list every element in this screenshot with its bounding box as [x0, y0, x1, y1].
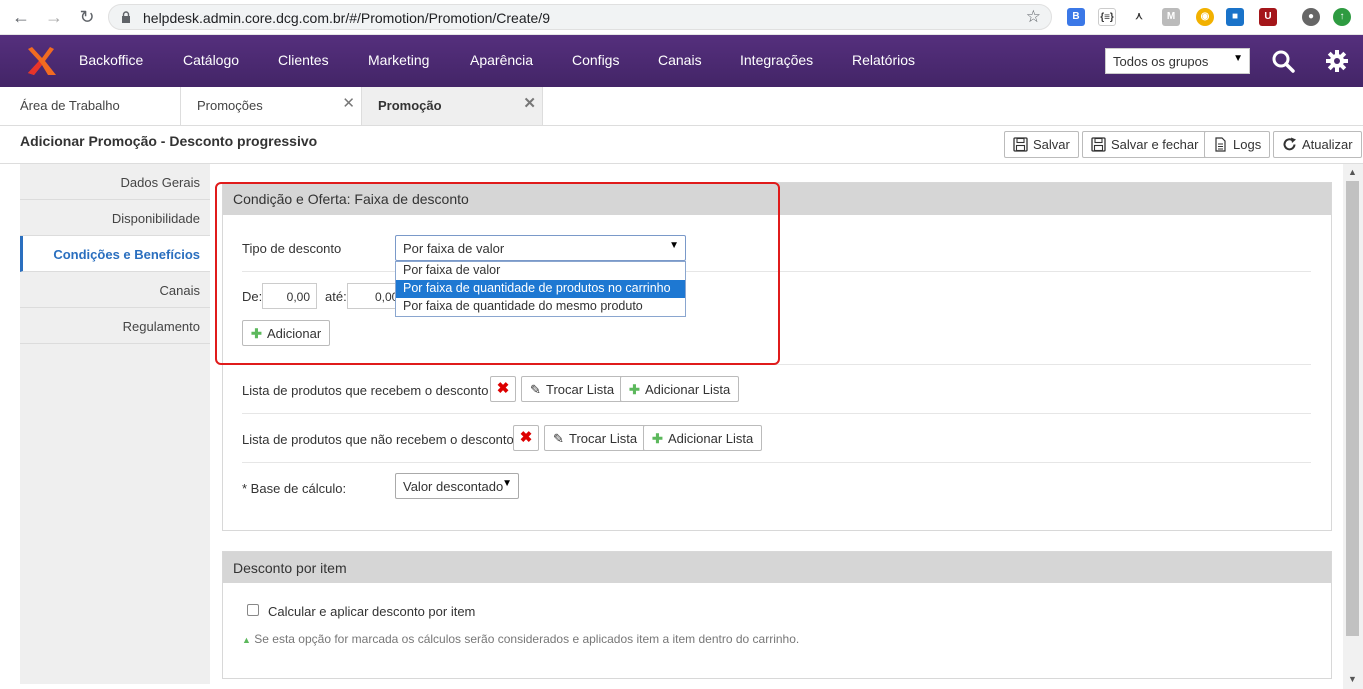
add-list-label: Adicionar Lista	[645, 382, 731, 397]
main-navigation: Backoffice Catálogo Clientes Marketing A…	[0, 35, 1363, 87]
extension-icon[interactable]: U	[1259, 8, 1277, 26]
save-and-close-button[interactable]: Salvar e fechar	[1082, 131, 1208, 158]
back-arrow-icon[interactable]: ←	[10, 6, 32, 28]
add-list-button[interactable]: ✚ Adicionar Lista	[643, 425, 763, 451]
refresh-label: Atualizar	[1302, 137, 1353, 152]
close-icon[interactable]: ✕	[523, 94, 536, 112]
lock-icon	[122, 11, 130, 23]
extension-icon[interactable]: ⋏	[1130, 8, 1148, 26]
pencil-icon: ✎	[553, 431, 564, 446]
nav-item-catalogo[interactable]: Catálogo	[183, 52, 239, 68]
sidebar-item-condicoes-e-beneficios[interactable]: Condições e Benefícios	[20, 236, 210, 272]
nav-item-marketing[interactable]: Marketing	[368, 52, 429, 68]
section-sidebar: Dados Gerais Disponibilidade Condições e…	[20, 164, 210, 684]
sidebar-item-regulamento[interactable]: Regulamento	[20, 308, 210, 344]
save-label: Salvar	[1033, 137, 1070, 152]
nav-item-aparencia[interactable]: Aparência	[470, 52, 533, 68]
item-discount-label: Calcular e aplicar desconto por item	[268, 604, 476, 619]
extension-icon[interactable]: M	[1162, 8, 1180, 26]
divider	[242, 413, 1311, 414]
tab-area-de-trabalho[interactable]: Área de Trabalho	[0, 87, 181, 125]
scrollbar[interactable]: ▲ ▼	[1343, 164, 1363, 689]
tab-bar: Área de Trabalho Promoções ✕ Promoção ✕	[0, 87, 1363, 126]
group-select-value: Todos os grupos	[1113, 54, 1209, 69]
page-title: Adicionar Promoção - Desconto progressiv…	[20, 133, 318, 149]
sidebar-item-dados-gerais[interactable]: Dados Gerais	[20, 164, 210, 200]
address-bar[interactable]: helpdesk.admin.core.dcg.com.br/#/Promoti…	[108, 4, 1052, 30]
document-icon	[1215, 137, 1226, 152]
caret-down-icon: ▼	[502, 478, 512, 489]
pencil-icon: ✎	[530, 382, 541, 397]
floppy-disk-icon	[1013, 137, 1028, 152]
save-and-close-label: Salvar e fechar	[1111, 137, 1199, 152]
remove-list-button[interactable]: ✖	[513, 425, 539, 451]
nav-item-backoffice[interactable]: Backoffice	[79, 52, 143, 68]
add-list-button[interactable]: ✚ Adicionar Lista	[620, 376, 740, 402]
tab-label: Área de Trabalho	[20, 98, 120, 113]
panel-title: Desconto por item	[223, 552, 1331, 583]
scroll-down-icon[interactable]: ▼	[1348, 674, 1357, 684]
remove-list-button[interactable]: ✖	[490, 376, 516, 402]
tab-label: Promoção	[378, 98, 442, 113]
list-not-receive-label: Lista de produtos que não recebem o desc…	[242, 432, 514, 447]
sidebar-item-canais[interactable]: Canais	[20, 272, 210, 308]
logs-label: Logs	[1233, 137, 1262, 152]
app-logo-icon[interactable]	[28, 45, 58, 77]
refresh-icon	[1283, 137, 1296, 151]
bookmark-star-icon[interactable]: ☆	[1026, 7, 1041, 27]
plus-icon: ✚	[629, 382, 640, 397]
caret-down-icon: ▼	[1233, 53, 1243, 64]
extension-icon[interactable]: ◉	[1196, 8, 1214, 26]
scroll-up-icon[interactable]: ▲	[1348, 167, 1357, 177]
help-text: ▲ Se esta opção for marcada os cálculos …	[242, 632, 799, 646]
nav-item-clientes[interactable]: Clientes	[278, 52, 329, 68]
nav-item-relatorios[interactable]: Relatórios	[852, 52, 915, 68]
close-icon[interactable]: ✕	[342, 94, 355, 112]
search-icon[interactable]	[1271, 49, 1295, 73]
divider	[242, 462, 1311, 463]
annotation-highlight	[215, 182, 780, 365]
tab-promocao[interactable]: Promoção ✕	[362, 87, 543, 125]
extension-icon[interactable]: {≡}	[1098, 8, 1116, 26]
list-receive-label: Lista de produtos que recebem o desconto	[242, 383, 489, 398]
plus-icon: ✚	[652, 431, 663, 446]
nav-item-canais[interactable]: Canais	[658, 52, 702, 68]
gear-icon[interactable]	[1325, 49, 1349, 73]
update-icon[interactable]: ↑	[1333, 8, 1351, 26]
refresh-button[interactable]: Atualizar	[1273, 131, 1362, 158]
scroll-thumb[interactable]	[1346, 181, 1359, 636]
nav-item-configs[interactable]: Configs	[572, 52, 619, 68]
save-button[interactable]: Salvar	[1004, 131, 1079, 158]
help-text-content: Se esta opção for marcada os cálculos se…	[254, 632, 800, 646]
calc-base-label: * Base de cálculo:	[242, 481, 347, 496]
profile-avatar-icon[interactable]: ●	[1302, 8, 1320, 26]
calc-base-select[interactable]: Valor descontado ▼	[395, 473, 519, 499]
item-discount-checkbox[interactable]	[247, 604, 259, 616]
extension-icon[interactable]: B	[1067, 8, 1085, 26]
swap-list-label: Trocar Lista	[546, 382, 615, 397]
floppy-disk-icon	[1091, 137, 1106, 152]
group-select[interactable]: Todos os grupos ▼	[1105, 48, 1250, 74]
nav-item-integracoes[interactable]: Integrações	[740, 52, 813, 68]
swap-list-button[interactable]: ✎ Trocar Lista	[521, 376, 624, 402]
swap-list-label: Trocar Lista	[569, 431, 638, 446]
tab-label: Promoções	[197, 98, 263, 113]
forward-arrow-icon[interactable]: →	[43, 6, 65, 28]
triangle-up-icon: ▲	[242, 635, 251, 645]
extension-icon[interactable]: ■	[1226, 8, 1244, 26]
calc-base-value: Valor descontado	[403, 479, 504, 494]
url-text: helpdesk.admin.core.dcg.com.br/#/Promoti…	[143, 10, 550, 26]
swap-list-button[interactable]: ✎ Trocar Lista	[544, 425, 647, 451]
browser-toolbar: ← → ↻ helpdesk.admin.core.dcg.com.br/#/P…	[0, 0, 1363, 35]
logs-button[interactable]: Logs	[1204, 131, 1271, 158]
reload-icon[interactable]: ↻	[76, 6, 98, 28]
add-list-label: Adicionar Lista	[668, 431, 754, 446]
sidebar-item-disponibilidade[interactable]: Disponibilidade	[20, 200, 210, 236]
tab-promocoes[interactable]: Promoções ✕	[181, 87, 362, 125]
